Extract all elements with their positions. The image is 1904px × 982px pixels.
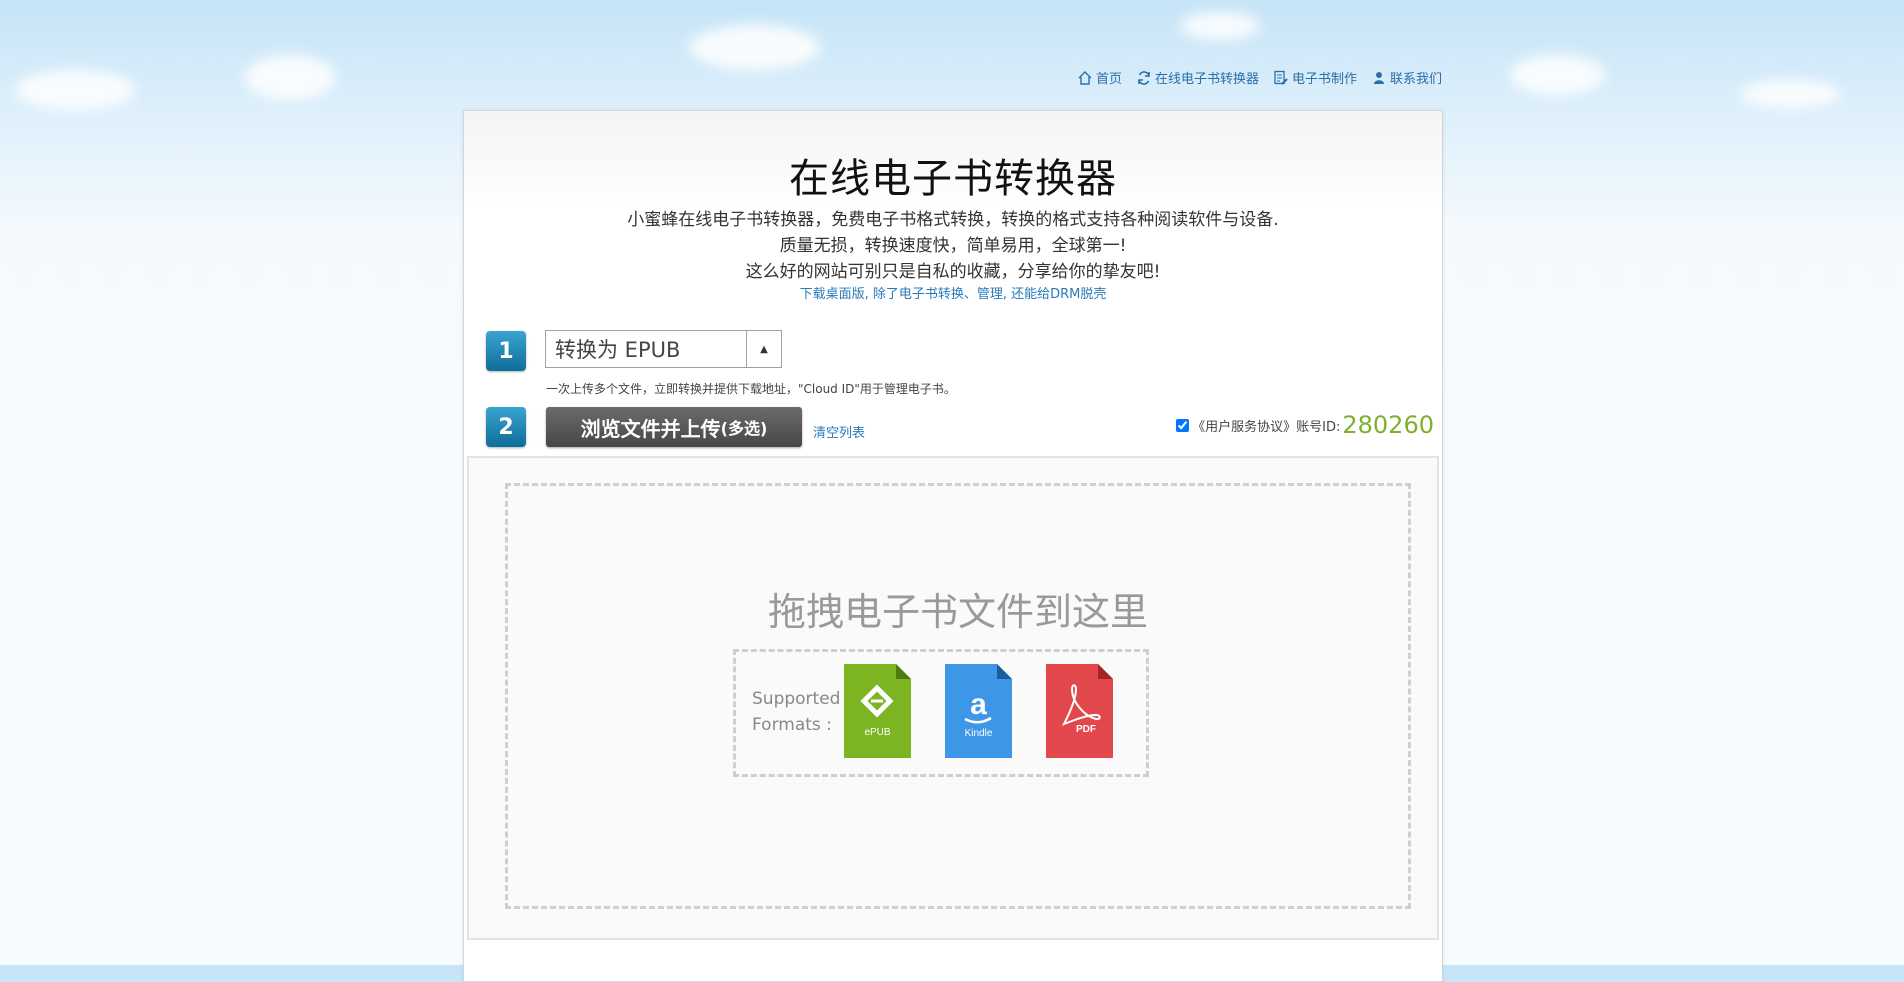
document-edit-icon <box>1274 70 1288 85</box>
pdf-file-icon: PDF <box>1046 664 1113 758</box>
clear-list-link[interactable]: 清空列表 <box>813 422 865 441</box>
dropzone-text: 拖拽电子书文件到这里 <box>767 590 1148 634</box>
dropzone-container: 拖拽电子书文件到这里 Supported Formats : ePUB a Ki… <box>467 456 1439 940</box>
kindle-file-icon: a Kindle <box>945 664 1012 758</box>
kindle-file-label: Kindle <box>965 728 993 739</box>
nav-home-label: 首页 <box>1095 72 1122 87</box>
supported-formats-label: Supported Formats : <box>752 686 840 738</box>
supported-formats: Supported Formats : ePUB a Kindle PDF <box>733 649 1149 777</box>
nav-maker[interactable]: 电子书制作 <box>1273 68 1357 87</box>
intro-text: 小蜜蜂在线电子书转换器，免费电子书格式转换，转换的格式支持各种阅读软件与设备. … <box>464 207 1442 285</box>
format-select-value: 转换为 EPUB <box>555 338 681 362</box>
svg-text:a: a <box>970 688 987 721</box>
dropzone[interactable]: 拖拽电子书文件到这里 Supported Formats : ePUB a Ki… <box>505 483 1411 909</box>
converter-panel: 在线电子书转换器 小蜜蜂在线电子书转换器，免费电子书格式转换，转换的格式支持各种… <box>463 110 1443 982</box>
nav-converter[interactable]: 在线电子书转换器 <box>1136 68 1259 87</box>
upload-hint: 一次上传多个文件，立即转换并提供下载地址，"Cloud ID"用于管理电子书。 <box>546 382 956 396</box>
nav-contact[interactable]: 联系我们 <box>1371 68 1442 87</box>
cloud-decoration <box>1740 80 1840 108</box>
upload-button-suffix: (多选) <box>720 419 768 438</box>
step-1-badge: 1 <box>486 331 526 371</box>
upload-button-label: 浏览文件并上传 <box>580 416 721 441</box>
download-desktop-link[interactable]: 下载桌面版, 除了电子书转换、管理, 还能给DRM脱壳 <box>464 283 1442 302</box>
account-id: 280260 <box>1342 411 1434 439</box>
refresh-icon <box>1138 70 1150 85</box>
cloud-decoration <box>15 70 135 110</box>
cloud-decoration <box>1180 12 1260 40</box>
nav-contact-label: 联系我们 <box>1389 72 1442 87</box>
select-arrows-icon: ▲ <box>746 331 781 367</box>
agreement-area: 《用户服务协议》 账号ID: 280260 <box>1176 411 1434 439</box>
intro-line-1: 小蜜蜂在线电子书转换器，免费电子书格式转换，转换的格式支持各种阅读软件与设备. <box>627 210 1279 230</box>
epub-file-label: ePUB <box>864 727 890 738</box>
page-title: 在线电子书转换器 <box>789 156 1117 202</box>
formats-label-line-2: Formats : <box>752 715 832 735</box>
step-2-badge: 2 <box>486 407 526 447</box>
formats-label-line-1: Supported <box>752 689 841 709</box>
pdf-file-label: PDF <box>1076 724 1096 735</box>
top-navigation: 首页 在线电子书转换器 电子书制作 联系我们 <box>1077 68 1442 87</box>
home-icon <box>1078 70 1092 85</box>
nav-maker-label: 电子书制作 <box>1291 72 1357 87</box>
intro-line-3: 这么好的网站可别只是自私的收藏，分享给你的挚友吧! <box>745 262 1161 282</box>
account-label: 账号ID: <box>1296 419 1341 435</box>
epub-file-icon: ePUB <box>844 664 911 758</box>
agreement-checkbox[interactable] <box>1176 418 1190 432</box>
cloud-decoration <box>245 55 335 100</box>
agreement-link[interactable]: 《用户服务协议》 <box>1192 416 1296 435</box>
intro-line-2: 质量无损，转换速度快，简单易用，全球第一! <box>779 236 1127 256</box>
cloud-decoration <box>1510 55 1605 95</box>
format-select[interactable]: 转换为 EPUB ▲ <box>545 330 782 368</box>
browse-upload-button[interactable]: 浏览文件并上传 (多选) <box>546 407 802 447</box>
user-icon <box>1373 71 1384 84</box>
nav-converter-label: 在线电子书转换器 <box>1154 72 1259 87</box>
nav-home[interactable]: 首页 <box>1077 68 1122 87</box>
cloud-decoration <box>690 25 820 70</box>
